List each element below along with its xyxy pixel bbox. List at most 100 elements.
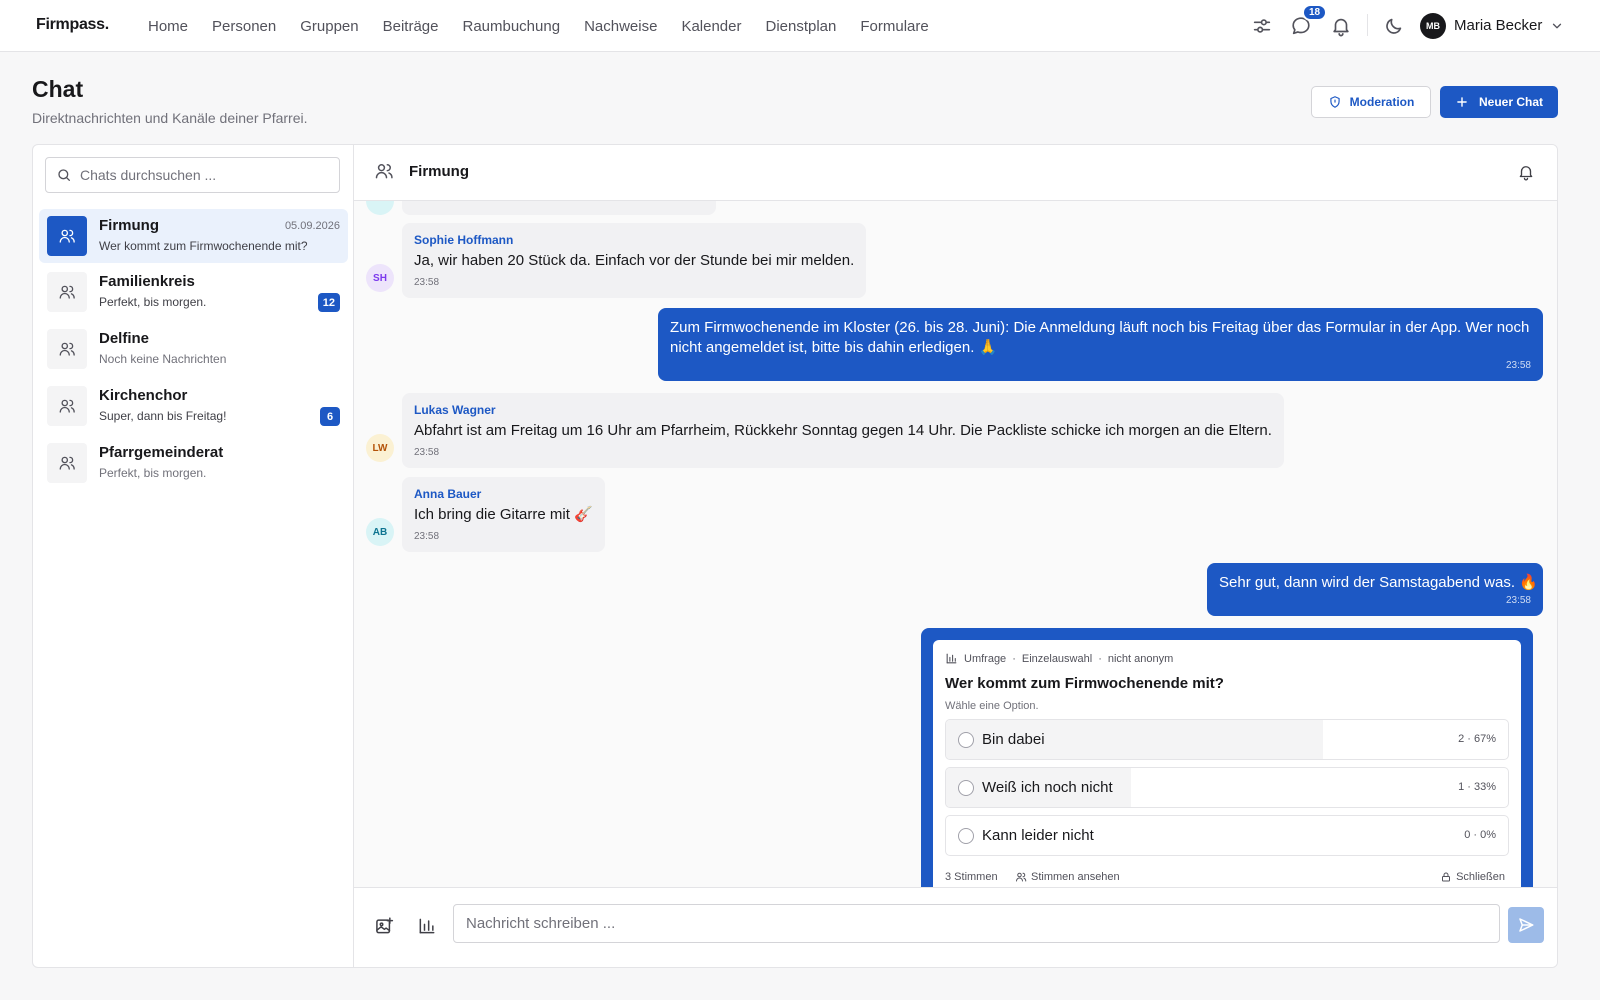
poll-option-label: Kann leider nicht: [982, 827, 1094, 844]
chat-search-input[interactable]: [80, 167, 320, 183]
message-bubble: Lukas Wagner Abfahrt ist am Freitag um 1…: [402, 393, 1284, 468]
sliders-icon[interactable]: [1251, 15, 1273, 37]
see-votes-label: Stimmen ansehen: [1031, 871, 1120, 883]
poll-option-label: Weiß ich noch nicht: [982, 779, 1113, 796]
nav-personen[interactable]: Personen: [212, 18, 276, 35]
send-button[interactable]: [1508, 907, 1544, 943]
chat-item-last-message: Super, dann bis Freitag!: [99, 409, 227, 423]
radio-button[interactable]: [958, 780, 974, 796]
nav-formulare[interactable]: Formulare: [860, 18, 928, 35]
chat-item-delfine[interactable]: Delfine Noch keine Nachrichten: [39, 322, 348, 376]
bell-icon[interactable]: [1517, 163, 1537, 183]
chat-list-sidebar: Firmung Wer kommt zum Firmwochenende mit…: [33, 145, 354, 967]
poll-anonymity: nicht anonym: [1107, 652, 1174, 665]
divider: [1367, 14, 1368, 36]
nav-beitraege[interactable]: Beiträge: [383, 18, 439, 35]
search-icon: [58, 169, 70, 181]
poll-option[interactable]: Kann leider nicht 0 · 0%: [945, 815, 1509, 856]
chat-item-firmung[interactable]: Firmung Wer kommt zum Firmwochenende mit…: [39, 209, 348, 263]
app-logo[interactable]: Firmpass.: [36, 16, 109, 34]
chat-item-name: Delfine: [99, 330, 150, 347]
message-time: 23:58: [1505, 360, 1531, 371]
group-icon: [374, 161, 398, 185]
group-icon: [47, 443, 87, 483]
message-list: SH Sophie Hoffmann Ja, wir haben 20 Stüc…: [354, 201, 1557, 887]
poll-mode: Einzelauswahl: [1021, 652, 1093, 665]
poll-icon[interactable]: [417, 916, 437, 936]
nav-gruppen[interactable]: Gruppen: [300, 18, 358, 35]
page-title: Chat: [32, 76, 84, 102]
message-text: Sehr gut, dann wird der Samstagabend was…: [1219, 574, 1538, 591]
message-input-wrapper: [453, 904, 1500, 943]
chat-item-name: Familienkreis: [99, 273, 195, 290]
message-bubble: Sophie Hoffmann Ja, wir haben 20 Stück d…: [402, 223, 867, 298]
poll-option[interactable]: Weiß ich noch nicht 1 · 33%: [945, 767, 1509, 808]
nav-raumbuchung[interactable]: Raumbuchung: [462, 18, 560, 35]
message-input[interactable]: [466, 915, 1499, 932]
chat-panel: Firmung Wer kommt zum Firmwochenende mit…: [32, 144, 1558, 968]
message-time: 23:58: [414, 531, 440, 542]
poll-option-label: Bin dabei: [982, 731, 1045, 748]
radio-button[interactable]: [958, 732, 974, 748]
chat-search: [45, 157, 340, 193]
user-name[interactable]: Maria Becker: [1454, 17, 1542, 34]
user-avatar[interactable]: MB: [1420, 13, 1446, 39]
message-bubble: Anna Bauer Ich bring die Gitarre mit 🎸 2…: [402, 477, 605, 552]
own-message-bubble: Zum Firmwochenende im Kloster (26. bis 2…: [658, 308, 1543, 381]
conversation-area: Firmung SH Sophie Hoffmann Ja, wir haben…: [354, 145, 1557, 967]
separator-dot: ·: [1098, 652, 1102, 665]
chevron-down-icon[interactable]: [1550, 19, 1564, 33]
nav-kalender[interactable]: Kalender: [681, 18, 741, 35]
chat-item-kirchenchor[interactable]: Kirchenchor Super, dann bis Freitag! 6: [39, 379, 348, 433]
poll-option-count: 1 · 33%: [1458, 781, 1496, 793]
poll-option-count: 0 · 0%: [1464, 829, 1496, 841]
new-chat-button[interactable]: Neuer Chat: [1440, 86, 1558, 118]
chat-item-last-message: Wer kommt zum Firmwochenende mit?: [99, 239, 308, 253]
close-poll-button[interactable]: Schließen: [1440, 871, 1505, 883]
see-votes-button[interactable]: Stimmen ansehen: [1015, 871, 1120, 883]
top-navigation-bar: Firmpass. Home Personen Gruppen Beiträge…: [0, 0, 1600, 52]
moon-icon[interactable]: [1383, 15, 1405, 37]
avatar: SH: [366, 264, 394, 292]
group-icon: [47, 272, 87, 312]
own-message-bubble: Sehr gut, dann wird der Samstagabend was…: [1207, 563, 1543, 616]
conversation-header: Firmung: [354, 145, 1557, 201]
main-nav: Home Personen Gruppen Beiträge Raumbuchu…: [148, 0, 953, 52]
message-text: Zum Firmwochenende im Kloster (26. bis 2…: [670, 319, 1530, 356]
message-sender: Sophie Hoffmann: [414, 233, 514, 247]
poll-option[interactable]: Bin dabei 2 · 67%: [945, 719, 1509, 760]
chat-item-pfarrgemeinderat[interactable]: Pfarrgemeinderat Perfekt, bis morgen.: [39, 436, 348, 490]
new-chat-label: Neuer Chat: [1478, 95, 1543, 109]
radio-button[interactable]: [958, 828, 974, 844]
lock-icon: [1442, 872, 1451, 882]
moderation-button[interactable]: Moderation: [1311, 86, 1431, 118]
nav-home[interactable]: Home: [148, 18, 188, 35]
message-composer: [354, 887, 1557, 967]
nav-dienstplan[interactable]: Dienstplan: [765, 18, 836, 35]
message-text: Ja, wir haben 20 Stück da. Einfach vor d…: [414, 252, 855, 269]
chat-item-familienkreis[interactable]: Familienkreis Perfekt, bis morgen. 12: [39, 265, 348, 319]
close-poll-label: Schließen: [1456, 871, 1505, 883]
poll-message: Umfrage · Einzelauswahl · nicht anonym W…: [921, 628, 1533, 887]
chat-item-last-message: Noch keine Nachrichten: [99, 352, 227, 366]
message-time: 23:58: [1505, 595, 1531, 606]
message-sender: Anna Bauer: [414, 487, 482, 501]
poll-type: Umfrage: [964, 652, 1007, 665]
chat-item-date: 05.09.2026: [284, 220, 340, 232]
message-text: Ich bring die Gitarre mit 🎸: [414, 506, 593, 523]
avatar: [366, 201, 394, 215]
message-count-badge: 18: [1302, 4, 1328, 21]
bell-icon[interactable]: [1330, 15, 1352, 37]
message-text: Abfahrt ist am Freitag um 16 Uhr am Pfar…: [414, 422, 1272, 439]
nav-nachweise[interactable]: Nachweise: [584, 18, 657, 35]
attach-image-icon[interactable]: [374, 916, 394, 936]
chat-item-name: Firmung: [99, 217, 159, 234]
page-subtitle: Direktnachrichten und Kanäle deiner Pfar…: [32, 110, 308, 126]
poll-card: Umfrage · Einzelauswahl · nicht anonym W…: [933, 640, 1521, 887]
bar-chart-icon: [946, 653, 957, 664]
message-sender: Lukas Wagner: [414, 403, 496, 417]
avatar: LW: [366, 434, 394, 462]
users-icon: [1016, 872, 1027, 882]
separator-dot: ·: [1012, 652, 1016, 665]
send-icon: [1519, 918, 1534, 932]
